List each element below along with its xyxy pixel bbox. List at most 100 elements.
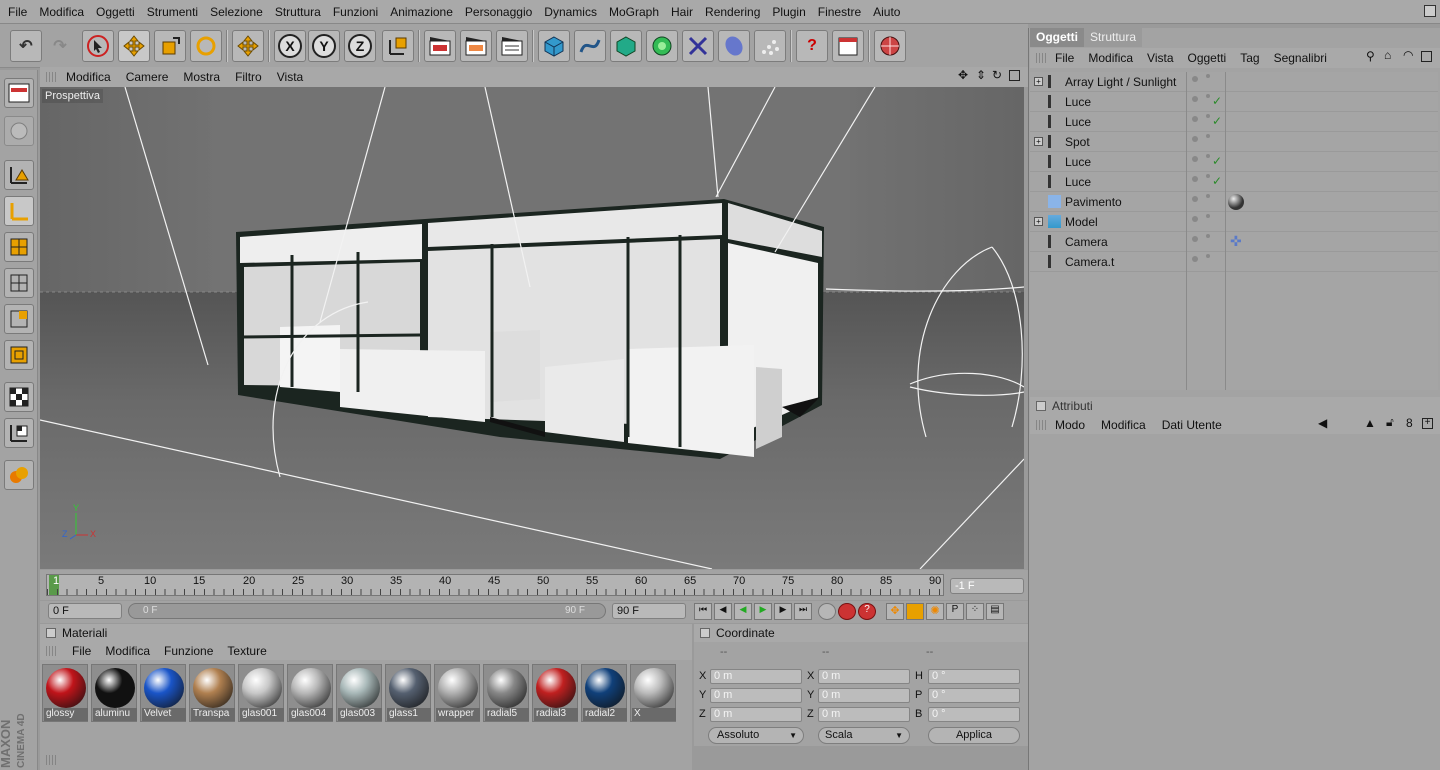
end-frame-field[interactable]: 90 F — [612, 603, 686, 619]
material-swatch[interactable]: glass1 — [385, 664, 431, 722]
material-swatch[interactable]: Velvet — [140, 664, 186, 722]
cube-primitive-icon[interactable] — [538, 30, 570, 62]
coordinates-collapse-checkbox[interactable] — [700, 628, 710, 638]
tab-oggetti[interactable]: Oggetti — [1030, 28, 1084, 47]
points-mode-icon[interactable] — [4, 268, 34, 298]
rot-b-field[interactable]: 0 ° — [928, 707, 1020, 722]
spline-icon[interactable] — [574, 30, 606, 62]
object-row[interactable]: Camera ✜ — [1030, 232, 1438, 252]
menu-struttura[interactable]: Struttura — [275, 5, 321, 19]
maximize-icon[interactable] — [1421, 51, 1432, 62]
grip-icon[interactable] — [1036, 53, 1048, 63]
objects-menu-modifica[interactable]: Modifica — [1088, 51, 1133, 65]
material-swatch[interactable]: glas003 — [336, 664, 382, 722]
materials-menu-modifica[interactable]: Modifica — [105, 644, 150, 658]
objects-menu-segnalibri[interactable]: Segnalibri — [1274, 51, 1327, 65]
editor-visibility-dot[interactable] — [1192, 136, 1198, 142]
viewport-3d[interactable]: Prospettiva Y X Z — [40, 87, 1024, 569]
attributes-menu-dati-utente[interactable]: Dati Utente — [1162, 418, 1222, 432]
key-parameter-icon[interactable]: P — [946, 603, 964, 620]
tab-struttura[interactable]: Struttura — [1084, 28, 1143, 47]
material-swatch[interactable]: radial5 — [483, 664, 529, 722]
material-swatch[interactable]: aluminu — [91, 664, 137, 722]
key-pla-icon[interactable]: ⁘ — [966, 603, 984, 620]
scale-tool-icon[interactable] — [154, 30, 186, 62]
enabled-check-icon[interactable]: ✓ — [1212, 154, 1222, 168]
workplane-icon[interactable] — [4, 418, 34, 448]
record-icon[interactable] — [818, 603, 836, 620]
object-row[interactable]: Luce ✓ — [1030, 92, 1438, 112]
menu-hair[interactable]: Hair — [671, 5, 693, 19]
viewport-menu-vista[interactable]: Vista — [277, 70, 303, 84]
grip-icon[interactable] — [46, 755, 58, 765]
viewport-move-icon[interactable]: ✥ — [958, 68, 968, 82]
coord-scale-select[interactable]: Scala ▼ — [818, 727, 910, 744]
materials-menu-file[interactable]: File — [72, 644, 91, 658]
grip-icon[interactable] — [46, 72, 58, 82]
window-resize-icon[interactable] — [1424, 5, 1436, 17]
menu-selezione[interactable]: Selezione — [210, 5, 263, 19]
render-visibility-dot[interactable] — [1206, 174, 1210, 178]
editor-visibility-dot[interactable] — [1192, 236, 1198, 242]
material-swatch[interactable]: radial2 — [581, 664, 627, 722]
viewport-menu-modifica[interactable]: Modifica — [66, 70, 111, 84]
menu-finestre[interactable]: Finestre — [818, 5, 861, 19]
web-icon[interactable] — [874, 30, 906, 62]
menu-rendering[interactable]: Rendering — [705, 5, 760, 19]
viewport-rotate-icon[interactable]: ↻ — [992, 68, 1002, 82]
go-to-start-icon[interactable]: ⏮ — [694, 603, 712, 620]
viewport-menu-filtro[interactable]: Filtro — [235, 70, 262, 84]
attributes-menu-modifica[interactable]: Modifica — [1101, 418, 1146, 432]
objects-menu-vista[interactable]: Vista — [1147, 51, 1173, 65]
render-visibility-dot[interactable] — [1206, 114, 1210, 118]
menu-strumenti[interactable]: Strumenti — [147, 5, 198, 19]
objects-menu-tag[interactable]: Tag — [1240, 51, 1259, 65]
attributes-menu-modo[interactable]: Modo — [1055, 418, 1085, 432]
texture-mode-icon[interactable] — [4, 232, 34, 262]
editor-visibility-dot[interactable] — [1192, 256, 1198, 262]
autokey-icon[interactable] — [838, 603, 856, 620]
material-swatch[interactable]: glossy — [42, 664, 88, 722]
material-tag-icon[interactable] — [1228, 194, 1244, 210]
editor-visibility-dot[interactable] — [1192, 76, 1198, 82]
render-visibility-dot[interactable] — [1206, 154, 1210, 158]
render-picture-viewer-icon[interactable] — [460, 30, 492, 62]
viewport-zoom-icon[interactable]: ⇕ — [976, 68, 986, 82]
enabled-check-icon[interactable]: ✓ — [1212, 174, 1222, 188]
snap-icon[interactable] — [4, 116, 34, 146]
menu-file[interactable]: File — [8, 5, 27, 19]
checker-icon[interactable] — [4, 382, 34, 412]
key-help-icon[interactable]: ? — [858, 603, 876, 620]
viewport-maximize-icon[interactable] — [1009, 70, 1020, 81]
menu-oggetti[interactable]: Oggetti — [96, 5, 135, 19]
scene-object-icon[interactable] — [718, 30, 750, 62]
object-row[interactable]: + Spot — [1030, 132, 1438, 152]
polygons-mode-icon[interactable] — [4, 340, 34, 370]
material-swatch[interactable]: Transpa — [189, 664, 235, 722]
editor-visibility-dot[interactable] — [1192, 196, 1198, 202]
object-row[interactable]: Pavimento — [1030, 192, 1438, 212]
target-tag-icon[interactable]: ✜ — [1230, 233, 1242, 250]
eye-icon[interactable]: ◠ — [1403, 48, 1413, 62]
object-row[interactable]: Camera.t — [1030, 252, 1438, 272]
viewport-menu-camere[interactable]: Camere — [126, 70, 169, 84]
coord-mode-select[interactable]: Assoluto ▼ — [708, 727, 804, 744]
materials-menu-texture[interactable]: Texture — [227, 644, 266, 658]
timeline-ruler[interactable]: 1 5 10 15 20 25 30 35 40 45 50 55 60 65 … — [46, 574, 944, 596]
render-visibility-dot[interactable] — [1206, 214, 1210, 218]
deformer-icon[interactable] — [682, 30, 714, 62]
home-icon[interactable]: ⌂ — [1384, 48, 1391, 62]
render-visibility-dot[interactable] — [1206, 134, 1210, 138]
size-x-field[interactable]: 0 m — [818, 669, 910, 684]
pos-y-field[interactable]: 0 m — [710, 688, 802, 703]
coordinate-system-icon[interactable] — [382, 30, 414, 62]
object-row[interactable]: Luce ✓ — [1030, 152, 1438, 172]
material-swatch[interactable]: glas001 — [238, 664, 284, 722]
menu-plugin[interactable]: Plugin — [772, 5, 805, 19]
play-icon[interactable]: ▶ — [754, 603, 772, 620]
objects-menu-file[interactable]: File — [1055, 51, 1074, 65]
editor-visibility-dot[interactable] — [1192, 96, 1198, 102]
editor-visibility-dot[interactable] — [1192, 176, 1198, 182]
redo-icon[interactable]: ↷ — [44, 30, 76, 62]
pos-x-field[interactable]: 0 m — [710, 669, 802, 684]
